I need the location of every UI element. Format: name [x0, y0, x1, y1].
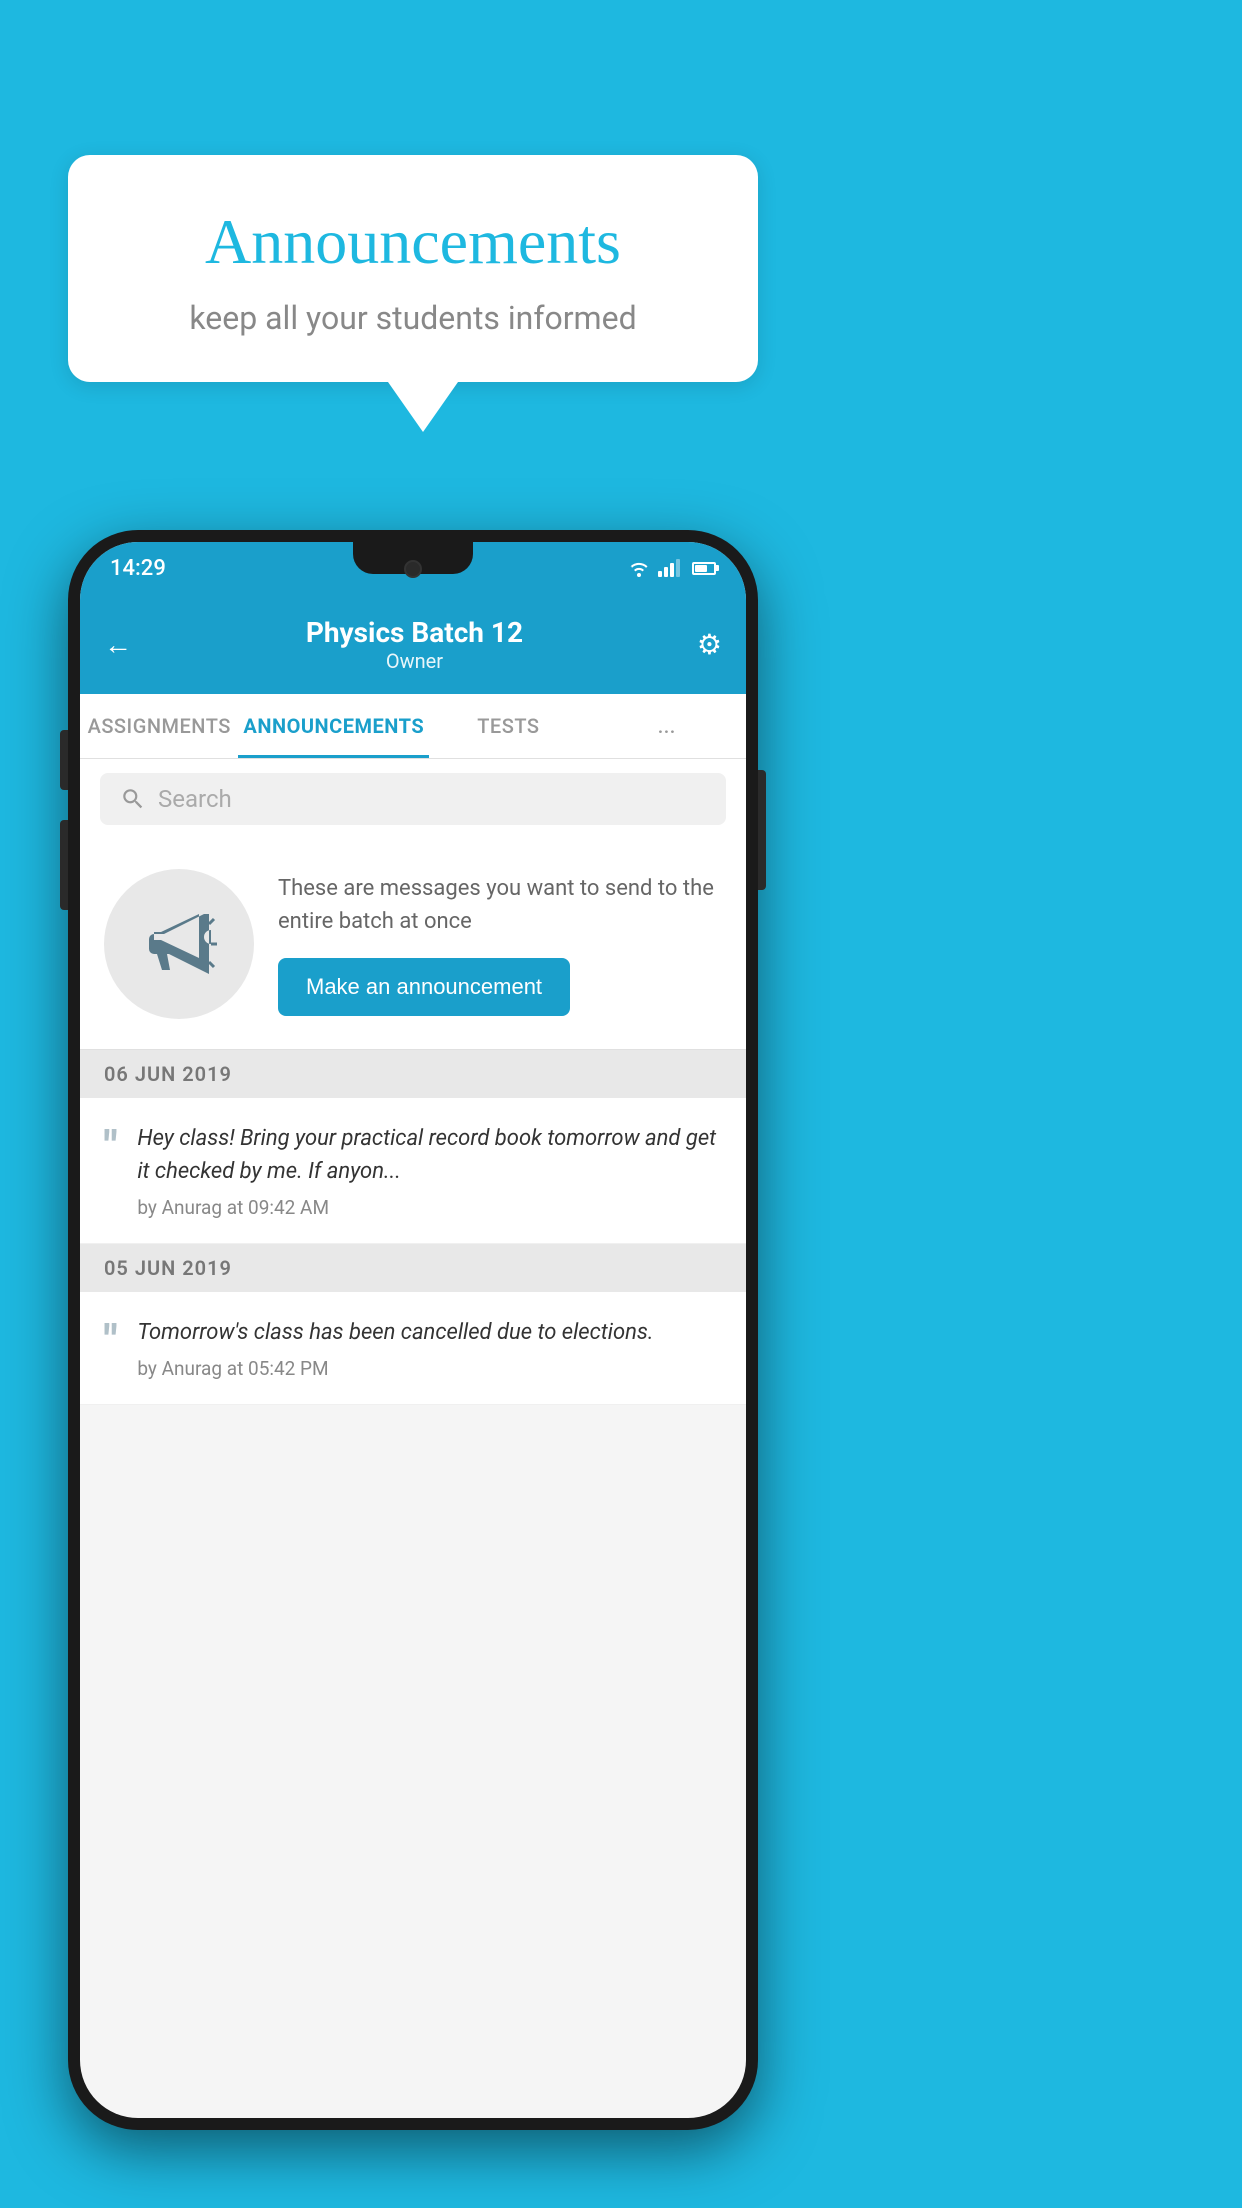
- phone-frame: 14:29: [68, 530, 758, 2130]
- speech-bubble-title: Announcements: [108, 205, 718, 279]
- search-bar[interactable]: Search: [100, 773, 726, 825]
- phone-screen: 14:29: [80, 542, 746, 2118]
- search-container: Search: [80, 759, 746, 839]
- promo-right: These are messages you want to send to t…: [278, 872, 722, 1016]
- status-icons: [628, 559, 716, 577]
- announcement-content-1: Hey class! Bring your practical record b…: [137, 1122, 722, 1219]
- settings-icon[interactable]: ⚙: [697, 628, 722, 661]
- speech-bubble-wrapper: Announcements keep all your students inf…: [68, 155, 758, 432]
- phone-camera: [404, 560, 422, 578]
- speech-bubble-card: Announcements keep all your students inf…: [68, 155, 758, 382]
- wifi-icon: [628, 559, 650, 577]
- tab-assignments[interactable]: ASSIGNMENTS: [80, 694, 238, 758]
- search-placeholder: Search: [158, 785, 232, 813]
- phone-notch: [353, 542, 473, 574]
- tabs-bar: ASSIGNMENTS ANNOUNCEMENTS TESTS ...: [80, 694, 746, 759]
- app-header: ← Physics Batch 12 Owner ⚙: [80, 594, 746, 694]
- header-subtitle: Owner: [306, 649, 523, 673]
- status-time: 14:29: [110, 556, 166, 581]
- quote-icon-1: ": [104, 1126, 117, 1219]
- megaphone-icon: [139, 904, 219, 984]
- promo-description: These are messages you want to send to t…: [278, 872, 722, 938]
- header-center: Physics Batch 12 Owner: [306, 616, 523, 673]
- promo-icon-circle: [104, 869, 254, 1019]
- header-title: Physics Batch 12: [306, 616, 523, 649]
- content-area: Search These are: [80, 759, 746, 1405]
- phone-side-btn-volume: [60, 820, 68, 910]
- announcement-text-1: Hey class! Bring your practical record b…: [137, 1122, 722, 1188]
- announcement-text-2: Tomorrow's class has been cancelled due …: [137, 1316, 722, 1349]
- announcement-meta-2: by Anurag at 05:42 PM: [137, 1357, 722, 1380]
- back-button[interactable]: ←: [104, 628, 132, 661]
- search-icon: [120, 786, 146, 812]
- tab-announcements[interactable]: ANNOUNCEMENTS: [238, 694, 429, 758]
- phone-side-btn-right: [758, 770, 766, 890]
- announcement-item-2[interactable]: " Tomorrow's class has been cancelled du…: [80, 1292, 746, 1405]
- announcement-content-2: Tomorrow's class has been cancelled due …: [137, 1316, 722, 1380]
- promo-card: These are messages you want to send to t…: [80, 839, 746, 1050]
- speech-bubble-tail: [388, 382, 458, 432]
- phone-side-btn-power: [60, 730, 68, 790]
- announcement-item-1[interactable]: " Hey class! Bring your practical record…: [80, 1098, 746, 1244]
- announcement-meta-1: by Anurag at 09:42 AM: [137, 1196, 722, 1219]
- make-announcement-button[interactable]: Make an announcement: [278, 958, 570, 1016]
- date-separator-1: 06 JUN 2019: [80, 1050, 746, 1098]
- tab-tests[interactable]: TESTS: [429, 694, 587, 758]
- quote-icon-2: ": [104, 1320, 117, 1380]
- phone-wrapper: 14:29: [68, 530, 758, 2150]
- speech-bubble-subtitle: keep all your students informed: [108, 299, 718, 337]
- signal-icon: [658, 559, 680, 577]
- date-separator-2: 05 JUN 2019: [80, 1244, 746, 1292]
- battery-icon: [692, 562, 716, 575]
- tab-more[interactable]: ...: [588, 694, 746, 758]
